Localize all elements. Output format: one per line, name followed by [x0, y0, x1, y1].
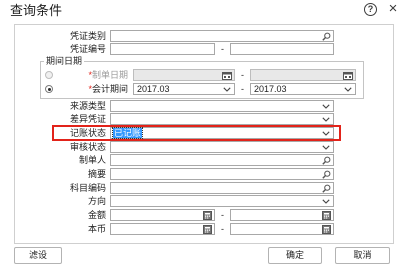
audit-status-label: 审核状态 — [69, 142, 106, 152]
voucher-number-from-field — [110, 43, 215, 55]
direction-select[interactable] — [110, 195, 334, 207]
accounting-period-from-value: 2017.03 — [137, 84, 170, 94]
question-circle-icon[interactable]: ? — [364, 3, 377, 16]
summary-input[interactable] — [111, 169, 333, 179]
voucher-number-to-input[interactable] — [231, 44, 333, 54]
direction-label: 方向 — [87, 196, 106, 206]
create-date-from-input[interactable] — [134, 70, 234, 80]
dialog-title: 查询条件 — [10, 3, 63, 18]
chevron-down-icon[interactable] — [321, 128, 331, 138]
calendar-icon[interactable] — [222, 70, 232, 80]
create-date-label-text: 制单日期 — [91, 70, 128, 80]
amount-to-input[interactable] — [231, 210, 333, 220]
voucher-number-to-field — [230, 43, 334, 55]
calculator-icon[interactable] — [321, 210, 331, 220]
accounting-period-label: *会计期间 — [60, 83, 128, 95]
posting-status-label: 记账状态 — [69, 128, 106, 138]
local-currency-from-input[interactable] — [111, 224, 214, 234]
create-date-to-input[interactable] — [251, 70, 355, 80]
create-date-from-field — [133, 69, 235, 81]
ok-button[interactable]: 确定 — [268, 247, 322, 264]
chevron-down-icon[interactable] — [321, 142, 331, 152]
voucher-type-label: 凭证类别 — [69, 31, 106, 41]
amount-from-field — [110, 209, 215, 221]
create-date-to-field — [250, 69, 356, 81]
range-separator: - — [221, 210, 224, 220]
accounting-period-from-select[interactable]: 2017.03 — [133, 83, 235, 95]
account-code-input[interactable] — [111, 183, 333, 193]
posting-status-value: 已记账 — [111, 127, 144, 139]
account-code-field — [110, 182, 334, 194]
summary-field — [110, 168, 334, 180]
posting-status-select[interactable]: 已记账 — [110, 127, 334, 139]
chevron-down-icon[interactable] — [321, 196, 331, 206]
calculator-icon[interactable] — [202, 210, 212, 220]
amount-label: 金额 — [87, 210, 106, 220]
accounting-period-radio[interactable] — [45, 85, 53, 93]
local-currency-to-field — [230, 223, 334, 235]
chevron-down-icon[interactable] — [343, 84, 353, 94]
creator-field — [110, 154, 334, 166]
local-currency-from-field — [110, 223, 215, 235]
range-separator: - — [241, 84, 244, 94]
creator-input[interactable] — [111, 155, 333, 165]
search-icon[interactable] — [321, 169, 331, 179]
search-icon[interactable] — [321, 31, 331, 41]
period-date-legend: 期间日期 — [44, 56, 85, 67]
calculator-icon[interactable] — [202, 224, 212, 234]
range-separator: - — [241, 70, 244, 80]
diff-voucher-select[interactable] — [110, 113, 334, 125]
amount-to-field — [230, 209, 334, 221]
diff-voucher-label: 差异凭证 — [69, 114, 106, 124]
search-icon[interactable] — [321, 155, 331, 165]
search-icon[interactable] — [321, 183, 331, 193]
local-currency-to-input[interactable] — [231, 224, 333, 234]
voucher-number-from-input[interactable] — [111, 44, 214, 54]
accounting-period-to-select[interactable]: 2017.03 — [250, 83, 356, 95]
close-icon[interactable]: × — [386, 1, 400, 16]
summary-label: 摘要 — [87, 169, 106, 179]
amount-from-input[interactable] — [111, 210, 214, 220]
account-code-label: 科目编码 — [69, 183, 106, 193]
range-separator: - — [221, 44, 224, 54]
create-date-label: *制单日期 — [60, 69, 128, 81]
filter-settings-button[interactable]: 滤设 — [14, 247, 62, 264]
creator-label: 制单人 — [78, 155, 106, 165]
accounting-period-label-text: 会计期间 — [91, 84, 128, 94]
accounting-period-to-value: 2017.03 — [254, 84, 287, 94]
cancel-button[interactable]: 取消 — [335, 247, 390, 264]
voucher-type-field — [110, 30, 334, 42]
range-separator: - — [221, 224, 224, 234]
chevron-down-icon[interactable] — [321, 114, 331, 124]
local-currency-label: 本币 — [87, 224, 106, 234]
chevron-down-icon[interactable] — [222, 84, 232, 94]
calculator-icon[interactable] — [321, 224, 331, 234]
source-type-select[interactable] — [110, 100, 334, 112]
voucher-type-input[interactable] — [111, 31, 333, 41]
create-date-radio[interactable] — [45, 71, 53, 79]
audit-status-select[interactable] — [110, 141, 334, 153]
voucher-number-label: 凭证编号 — [69, 44, 106, 54]
source-type-label: 来源类型 — [69, 101, 106, 111]
calendar-icon[interactable] — [343, 70, 353, 80]
chevron-down-icon[interactable] — [321, 101, 331, 111]
